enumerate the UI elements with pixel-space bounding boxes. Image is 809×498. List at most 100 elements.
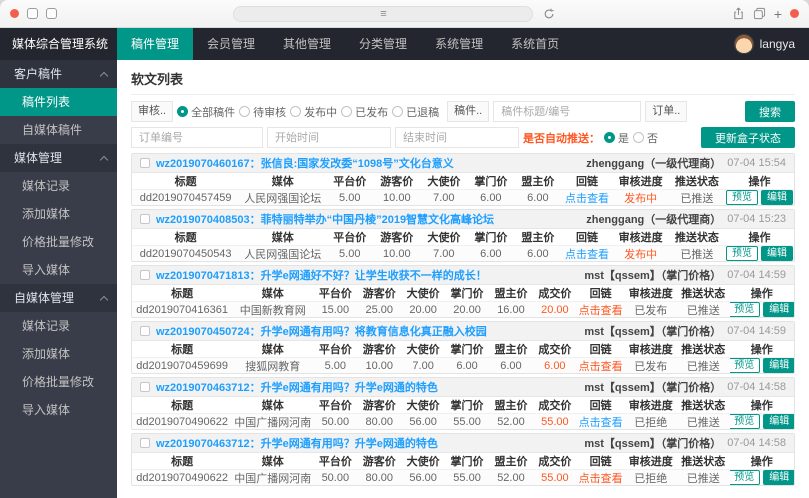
row-checkbox[interactable] xyxy=(140,326,150,336)
edit-button[interactable]: 编辑 xyxy=(761,246,793,261)
sidebar-item[interactable]: 价格批量修改 xyxy=(0,368,117,396)
view-link[interactable]: 点击查看 xyxy=(577,470,625,486)
sidebar-item[interactable]: 价格批量修改 xyxy=(0,228,117,256)
column-header: 审核进度 xyxy=(628,456,673,468)
timestamp: 07-04 15:54 xyxy=(727,157,786,169)
window-control-icon[interactable] xyxy=(27,8,38,19)
article-title-link[interactable]: wz2019070460167：张信良:国家发改委“1098号”文化台意义 xyxy=(156,155,454,171)
audit-radio-group: 全部稿件 待审核 发布中 已发布 已退稿 xyxy=(177,104,443,120)
order-number-input[interactable] xyxy=(131,127,263,148)
end-time-input[interactable] xyxy=(395,127,519,148)
row-checkbox[interactable] xyxy=(140,438,150,448)
view-link[interactable]: 点击查看 xyxy=(561,190,612,206)
username: langya xyxy=(759,37,795,51)
radio-icon xyxy=(290,106,302,117)
article-title-link[interactable]: wz2019070408503：菲特丽特举办“中国丹棱”2019智慧文化高峰论坛 xyxy=(156,211,494,227)
user-menu[interactable]: langya xyxy=(733,28,809,60)
row-checkbox[interactable] xyxy=(140,382,150,392)
sidebar-item[interactable]: 导入媒体 xyxy=(0,396,117,424)
column-header: 大使价 xyxy=(427,176,461,188)
edit-button[interactable]: 编辑 xyxy=(763,302,794,317)
edit-button[interactable]: 编辑 xyxy=(763,358,794,373)
nav-item[interactable]: 会员管理 xyxy=(193,28,269,60)
tabs-icon[interactable] xyxy=(753,7,766,20)
autopush-radio[interactable]: 是 xyxy=(604,130,629,146)
sidebar-item[interactable]: 媒体记录 xyxy=(0,172,117,200)
preview-button[interactable]: 预览 xyxy=(726,190,758,205)
app-title: 媒体综合管理系统 xyxy=(0,28,117,60)
sidebar-item[interactable]: 导入媒体 xyxy=(0,256,117,284)
article-title-link[interactable]: wz2019070463712：升学e网通有用吗？升学e网通的特色 xyxy=(156,379,438,395)
table-cell: 搜狐网教育 xyxy=(245,360,301,373)
start-time-input[interactable] xyxy=(267,127,391,148)
table-cell: dd2019070490622 xyxy=(136,471,228,484)
table-header-row: 标题 媒体 平台价 游客价 大使价 掌门价 盟主价 成交价 回链 审核进度 推送状态 操作 xyxy=(132,397,794,413)
refresh-icon[interactable] xyxy=(543,8,555,20)
update-box-status-button[interactable]: 更新盒子状态 xyxy=(701,127,795,148)
sidebar-item[interactable]: 添加媒体 xyxy=(0,340,117,368)
radio-label: 发布中 xyxy=(304,106,338,119)
audit-status-radio[interactable]: 已退稿 xyxy=(392,104,439,120)
table-row: dd2019070416361 中国新教育网 15.00 25.00 20.00 20.0… xyxy=(132,301,794,317)
sidebar-section[interactable]: 自媒体管理 xyxy=(0,284,117,312)
autopush-radio[interactable]: 否 xyxy=(633,130,658,146)
sidebar-item[interactable]: 稿件列表 xyxy=(0,88,117,116)
sidebar-item[interactable]: 媒体记录 xyxy=(0,312,117,340)
view-link[interactable]: 点击查看 xyxy=(561,246,612,262)
audit-status-radio[interactable]: 待审核 xyxy=(239,104,286,120)
title-search-input[interactable] xyxy=(493,101,642,122)
nav-item[interactable]: 系统管理 xyxy=(421,28,497,60)
nav-item[interactable]: 分类管理 xyxy=(345,28,421,60)
audit-status-radio[interactable]: 已发布 xyxy=(341,104,388,120)
table-cell: 55.00 xyxy=(541,471,569,484)
table-cell: 发布中 xyxy=(624,192,658,205)
filter-row-2: 是否自动推送： 是否 更新盒子状态 xyxy=(131,127,795,148)
new-tab-icon[interactable]: + xyxy=(774,7,782,21)
card-titlebar: wz2019070450724：升学e网通有用吗？将教育信息化真正融入校园 mst… xyxy=(132,322,794,341)
sidebar-section[interactable]: 客户稿件 xyxy=(0,60,117,88)
sidebar-item[interactable]: 自媒体稿件 xyxy=(0,116,117,144)
search-button[interactable]: 搜索 xyxy=(745,101,795,122)
address-bar[interactable]: ≡ xyxy=(233,5,534,22)
nav-item[interactable]: 系统首页 xyxy=(497,28,573,60)
window-control-icon-2[interactable] xyxy=(46,8,57,19)
sidebar-item[interactable]: 添加媒体 xyxy=(0,200,117,228)
row-checkbox[interactable] xyxy=(140,270,150,280)
preview-button[interactable]: 预览 xyxy=(729,470,761,485)
edit-button[interactable]: 编辑 xyxy=(761,190,793,205)
chevron-up-icon xyxy=(99,155,109,164)
row-checkbox[interactable] xyxy=(140,214,150,224)
window-close-icon[interactable] xyxy=(10,9,19,18)
table-cell: dd2019070450543 xyxy=(139,247,232,260)
sidebar-section[interactable]: 媒体管理 xyxy=(0,144,117,172)
view-link[interactable]: 点击查看 xyxy=(577,414,625,430)
column-header: 平台价 xyxy=(318,344,352,356)
column-header: 推送状态 xyxy=(674,232,719,244)
view-link[interactable]: 点击查看 xyxy=(577,302,625,318)
article-title-link[interactable]: wz2019070450724：升学e网通有用吗？将教育信息化真正融入校园 xyxy=(156,323,487,339)
table-cell: 中国广播网河南 xyxy=(234,472,312,485)
nav-item[interactable]: 其他管理 xyxy=(269,28,345,60)
table-cell: 6.00 xyxy=(544,359,566,372)
table-cell: 已推送 xyxy=(686,416,720,429)
article-title-link[interactable]: wz2019070463712：升学e网通有用吗？升学e网通的特色 xyxy=(156,435,438,451)
preview-button[interactable]: 预览 xyxy=(729,414,761,429)
preview-button[interactable]: 预览 xyxy=(729,302,761,317)
preview-button[interactable]: 预览 xyxy=(729,358,761,373)
row-checkbox[interactable] xyxy=(140,158,150,168)
table-cell: 52.00 xyxy=(497,415,525,428)
navbar-items: 稿件管理 会员管理 其他管理 分类管理 系统管理 系统首页 xyxy=(117,28,573,60)
column-header: 游客价 xyxy=(362,344,396,356)
column-header: 回链 xyxy=(589,400,612,412)
column-header: 大使价 xyxy=(427,232,461,244)
edit-button[interactable]: 编辑 xyxy=(763,414,794,429)
nav-item[interactable]: 稿件管理 xyxy=(117,28,194,60)
table-cell: 6.00 xyxy=(500,359,522,372)
audit-status-radio[interactable]: 发布中 xyxy=(290,104,337,120)
share-icon[interactable] xyxy=(732,7,745,20)
audit-status-radio[interactable]: 全部稿件 xyxy=(177,104,235,120)
preview-button[interactable]: 预览 xyxy=(726,246,758,261)
article-title-link[interactable]: wz2019070471813：升学e网通好不好？让学生收获不一样的成长！ xyxy=(156,267,487,283)
edit-button[interactable]: 编辑 xyxy=(763,470,794,485)
view-link[interactable]: 点击查看 xyxy=(577,358,625,374)
